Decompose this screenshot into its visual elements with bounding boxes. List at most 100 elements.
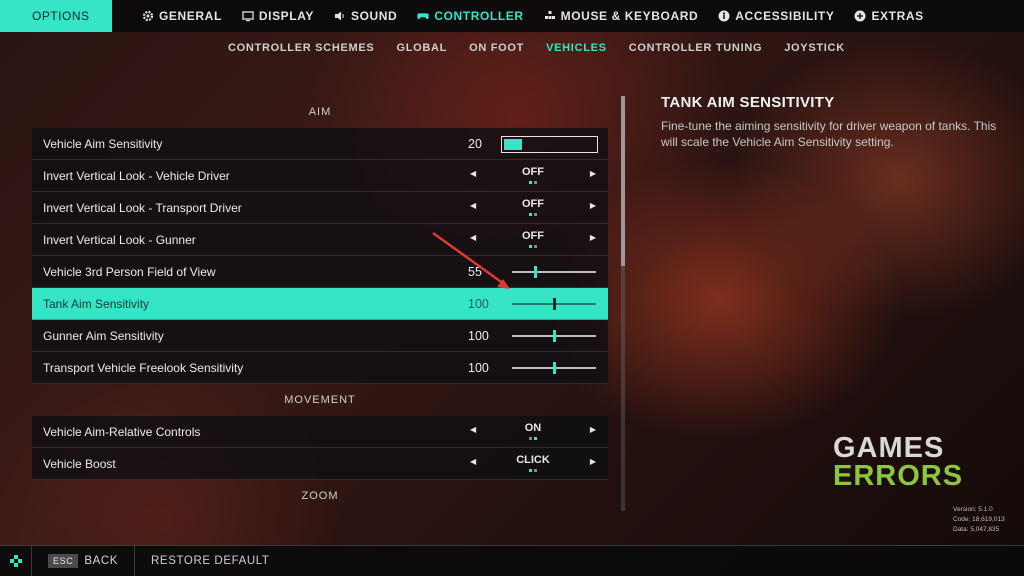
tab-general-label: GENERAL: [159, 9, 222, 23]
setting-value: 55: [468, 264, 482, 279]
back-button[interactable]: ESC BACK: [32, 545, 136, 576]
tab-extras-label: EXTRAS: [871, 9, 924, 23]
arrow-right-icon[interactable]: ▶: [590, 201, 596, 210]
slider-track[interactable]: [512, 266, 596, 278]
accessibility-icon: [718, 10, 730, 22]
setting-label: Vehicle Aim Sensitivity: [43, 136, 163, 151]
options-label: OPTIONS: [32, 9, 90, 23]
setting-label: Vehicle Boost: [43, 456, 116, 471]
setting-label: Vehicle 3rd Person Field of View: [43, 264, 216, 279]
bottom-bar: ESC BACK RESTORE DEFAULT: [0, 545, 1024, 576]
gear-icon: [142, 10, 154, 22]
slider-thumb[interactable]: [553, 330, 556, 342]
setting-gunner-aim-sensitivity[interactable]: Gunner Aim Sensitivity 100: [32, 320, 608, 352]
tab-extras[interactable]: EXTRAS: [854, 0, 923, 32]
setting-vehicle-boost[interactable]: Vehicle Boost ◀ CLICK ▶: [32, 448, 608, 480]
setting-value: 100: [468, 296, 489, 311]
option-selector[interactable]: ◀ OFF ▶: [468, 160, 598, 192]
description-text: Fine-tune the aiming sensitivity for dri…: [661, 119, 997, 149]
tab-display-label: DISPLAY: [258, 9, 314, 23]
plus-icon: [854, 10, 866, 22]
setting-tank-aim-sensitivity[interactable]: Tank Aim Sensitivity 100: [32, 288, 608, 320]
data-text: Data: 5,047,835: [953, 526, 1000, 533]
tab-accessibility[interactable]: ACCESSIBILITY: [718, 0, 834, 32]
section-movement: MOVEMENT: [284, 394, 356, 406]
restore-default-button[interactable]: RESTORE DEFAULT: [135, 555, 270, 567]
section-aim: AIM: [308, 106, 332, 118]
option-dots: [529, 437, 537, 440]
esc-key: ESC: [48, 554, 79, 568]
setting-transport-freelook-sensitivity[interactable]: Transport Vehicle Freelook Sensitivity 1…: [32, 352, 608, 384]
main-tabs: GENERAL DISPLAY SOUND CONTROLLER MOUSE &…: [142, 0, 944, 32]
setting-invert-transport-driver[interactable]: Invert Vertical Look - Transport Driver …: [32, 192, 608, 224]
settings-list: AIM Vehicle Aim Sensitivity 20 Invert Ve…: [32, 96, 608, 511]
logo-line-1: GAMES: [833, 432, 945, 464]
slider-thumb[interactable]: [553, 298, 556, 310]
arrow-right-icon[interactable]: ▶: [590, 233, 596, 242]
version-info: Version: 5.1.0 Code: 18,619,013 Data: 5,…: [953, 505, 1005, 535]
mouse-keyboard-icon: [544, 10, 556, 22]
setting-label: Invert Vertical Look - Gunner: [43, 232, 196, 247]
option-value: OFF: [522, 166, 544, 178]
slider-thumb[interactable]: [553, 362, 556, 374]
logo-line-2: ERRORS: [833, 460, 964, 492]
setting-label: Tank Aim Sensitivity: [43, 296, 150, 311]
arrow-right-icon[interactable]: ▶: [590, 169, 596, 178]
option-selector[interactable]: ◀ CLICK ▶: [468, 448, 598, 480]
monitor-icon: [242, 10, 254, 22]
slider-track[interactable]: [512, 330, 596, 342]
tab-sound-label: SOUND: [350, 9, 398, 23]
subtab-joystick[interactable]: JOYSTICK: [784, 42, 845, 54]
tab-controller[interactable]: CONTROLLER: [417, 0, 523, 32]
tab-sound[interactable]: SOUND: [334, 0, 397, 32]
setting-label: Invert Vertical Look - Vehicle Driver: [43, 168, 230, 183]
option-selector[interactable]: ◀ ON ▶: [468, 416, 598, 448]
section-zoom: ZOOM: [301, 490, 339, 502]
sensitivity-bar-fill: [504, 139, 523, 150]
option-dots: [529, 245, 537, 248]
subtab-controller-schemes[interactable]: CONTROLLER SCHEMES: [228, 42, 374, 54]
settings-scrollbar[interactable]: [621, 96, 625, 511]
subtab-controller-tuning[interactable]: CONTROLLER TUNING: [629, 42, 763, 54]
options-tab[interactable]: OPTIONS: [0, 0, 112, 32]
tab-mouse-keyboard-label: MOUSE & KEYBOARD: [560, 9, 699, 23]
option-dots: [529, 181, 537, 184]
slider-track[interactable]: [512, 362, 596, 374]
setting-value: 100: [468, 360, 489, 375]
tab-mouse-keyboard[interactable]: MOUSE & KEYBOARD: [544, 0, 699, 32]
back-label: BACK: [84, 555, 119, 567]
gamepad-icon: [417, 10, 429, 22]
description-title: TANK AIM SENSITIVITY: [661, 94, 835, 111]
setting-invert-gunner[interactable]: Invert Vertical Look - Gunner ◀ OFF ▶: [32, 224, 608, 256]
sensitivity-bar[interactable]: [501, 136, 598, 153]
slider-thumb[interactable]: [533, 266, 537, 278]
slider-track[interactable]: [512, 298, 596, 310]
setting-label: Gunner Aim Sensitivity: [43, 328, 164, 343]
option-value: CLICK: [516, 454, 550, 466]
option-dots: [529, 469, 537, 472]
setting-aim-relative-controls[interactable]: Vehicle Aim-Relative Controls ◀ ON ▶: [32, 416, 608, 448]
option-value: ON: [524, 422, 542, 434]
scrollbar-thumb[interactable]: [621, 96, 625, 266]
speaker-icon: [334, 10, 346, 22]
setting-label: Transport Vehicle Freelook Sensitivity: [43, 360, 244, 375]
setting-value: 100: [468, 328, 489, 343]
setting-label: Invert Vertical Look - Transport Driver: [43, 200, 242, 215]
arrow-right-icon[interactable]: ▶: [590, 425, 596, 434]
setting-vehicle-aim-sensitivity[interactable]: Vehicle Aim Sensitivity 20: [32, 128, 608, 160]
option-selector[interactable]: ◀ OFF ▶: [468, 224, 598, 256]
tab-display[interactable]: DISPLAY: [242, 0, 314, 32]
tab-accessibility-label: ACCESSIBILITY: [735, 9, 835, 23]
subtab-on-foot[interactable]: ON FOOT: [469, 42, 524, 54]
subtab-global[interactable]: GLOBAL: [396, 42, 447, 54]
subtab-vehicles[interactable]: VEHICLES: [546, 42, 607, 54]
setting-label: Vehicle Aim-Relative Controls: [43, 424, 201, 439]
setting-3rd-person-fov[interactable]: Vehicle 3rd Person Field of View 55: [32, 256, 608, 288]
setting-invert-vehicle-driver[interactable]: Invert Vertical Look - Vehicle Driver ◀ …: [32, 160, 608, 192]
version-text: Version: 5.1.0: [953, 506, 993, 513]
top-nav-bar: OPTIONS GENERAL DISPLAY SOUND CONTROLLER: [0, 0, 1024, 32]
option-selector[interactable]: ◀ OFF ▶: [468, 192, 598, 224]
dpad-icon[interactable]: [0, 545, 32, 576]
tab-general[interactable]: GENERAL: [142, 0, 222, 32]
arrow-right-icon[interactable]: ▶: [590, 457, 596, 466]
